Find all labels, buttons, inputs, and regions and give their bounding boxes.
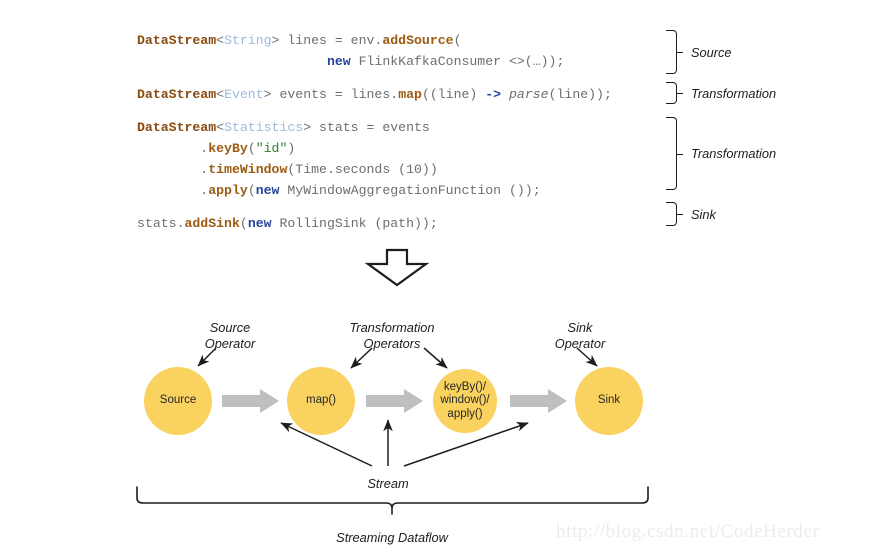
operator-node-sink[interactable]: Sink	[575, 367, 643, 435]
transformation-operators-label: Transformation Operators	[349, 320, 435, 351]
operator-node-map[interactable]: map()	[287, 367, 355, 435]
streaming-dataflow-label: Streaming Dataflow	[336, 530, 448, 545]
watermark-text: http://blog.csdn.net/CodeHerder	[556, 521, 820, 542]
operator-node-source[interactable]: Source	[144, 367, 212, 435]
source-operator-label: Source Operator	[204, 320, 256, 351]
operator-label: map()	[305, 394, 337, 407]
operator-label: Source	[159, 394, 197, 407]
operator-label: keyBy()/ window()/ apply()	[440, 380, 490, 420]
stream-label: Stream	[367, 476, 409, 491]
operator-label: Sink	[597, 394, 621, 407]
flow-arrow-map-to-keyby	[366, 389, 423, 413]
diagram-connectors	[136, 347, 649, 515]
operator-node-keyby[interactable]: keyBy()/ window()/ apply()	[433, 369, 497, 433]
flow-arrow-keyby-to-sink	[510, 389, 567, 413]
streaming-dataflow-diagram: Source map() keyBy()/ window()/ apply() Sin…	[0, 0, 876, 553]
flow-arrow-source-to-map	[222, 389, 279, 413]
sink-operator-label: Sink Operator	[554, 320, 606, 351]
